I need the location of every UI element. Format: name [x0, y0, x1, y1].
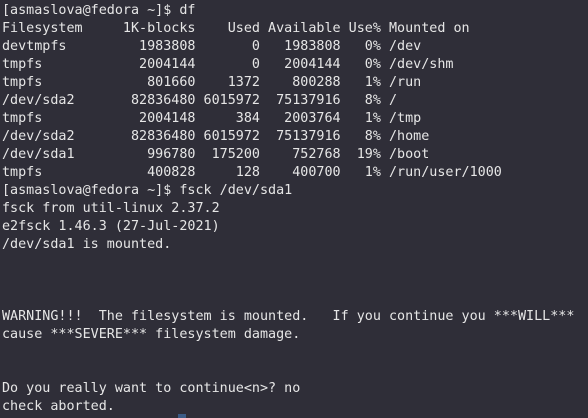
terminal-line-df-row: /dev/sda1 996780 175200 752768 19% /boot — [2, 147, 430, 162]
terminal-line-df-row: tmpfs 801660 1372 800288 1% /run — [2, 75, 422, 90]
terminal-line-df-row: tmpfs 2004148 384 2003764 1% /tmp — [2, 111, 422, 126]
terminal-line-output: fsck from util-linux 2.37.2 — [2, 201, 220, 216]
terminal-line-df-header: Filesystem 1K-blocks Used Available Use%… — [2, 21, 470, 36]
terminal-line-df-row: tmpfs 400828 128 400700 1% /run/user/100… — [2, 165, 502, 180]
terminal-output[interactable]: [asmaslova@fedora ~]$ df Filesystem 1K-b… — [2, 2, 588, 418]
terminal-line-prompt-fsck: [asmaslova@fedora ~]$ fsck /dev/sda1 — [2, 183, 293, 198]
terminal-line-df-row: devtmpfs 1983808 0 1983808 0% /dev — [2, 39, 422, 54]
terminal-line-output: e2fsck 1.46.3 (27-Jul-2021) — [2, 219, 220, 234]
terminal-line-df-row: tmpfs 2004144 0 2004144 0% /dev/shm — [2, 57, 454, 72]
terminal-line-warning: cause ***SEVERE*** filesystem damage. — [2, 327, 301, 342]
terminal-line-df-row: /dev/sda2 82836480 6015972 75137916 8% / — [2, 93, 398, 108]
terminal-line-aborted: check aborted. — [2, 399, 115, 414]
terminal-cursor — [178, 414, 186, 418]
terminal-line-output: /dev/sda1 is mounted. — [2, 237, 172, 252]
terminal-line-confirm-prompt: Do you really want to continue<n>? no — [2, 381, 301, 396]
terminal-line-prompt-df: [asmaslova@fedora ~]$ df — [2, 3, 196, 18]
terminal-line-warning: WARNING!!! The filesystem is mounted. If… — [2, 309, 575, 324]
terminal-line-df-row: /dev/sda2 82836480 6015972 75137916 8% /… — [2, 129, 430, 144]
